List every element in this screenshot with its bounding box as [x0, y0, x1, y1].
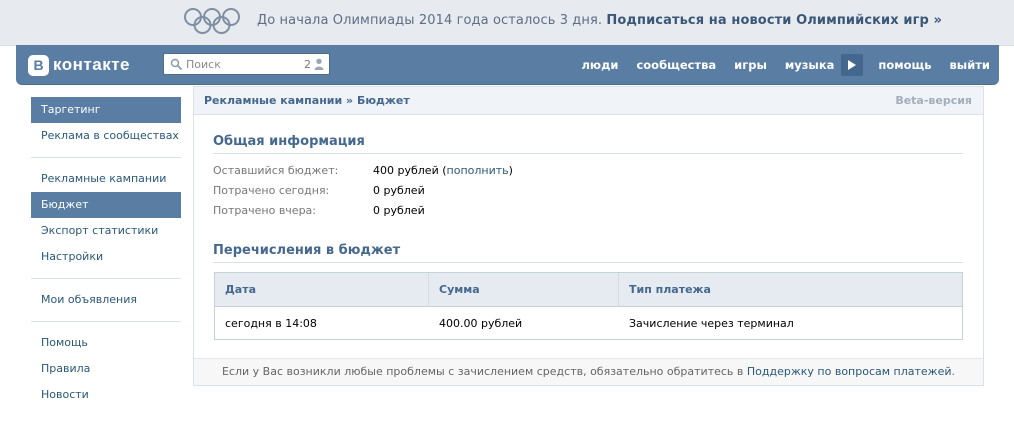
- remaining-budget-close: ): [508, 164, 513, 177]
- section-divider: [213, 262, 963, 263]
- play-icon: [848, 60, 857, 70]
- sidebar-divider: [31, 321, 181, 322]
- vk-logo-icon: В: [28, 54, 49, 76]
- search-input[interactable]: [186, 57, 296, 72]
- banner-countdown: До начала Олимпиады 2014 года осталось 3…: [257, 13, 603, 28]
- vk-logo[interactable]: В контакте: [28, 54, 130, 76]
- sidebar-item-rules[interactable]: Правила: [31, 356, 181, 382]
- table-row: сегодня в 14:08 400.00 рублей Зачисление…: [215, 307, 962, 340]
- top-nav: люди сообщества игры музыка помощь выйти: [573, 45, 1000, 85]
- search-box[interactable]: 2: [163, 53, 330, 75]
- table-header: Дата Сумма Тип платежа: [215, 273, 962, 307]
- spent-yesterday-label: Потрачено вчера:: [213, 204, 316, 217]
- beta-label: Beta-версия: [895, 94, 972, 107]
- payment-support-link[interactable]: Поддержку по вопросам платежей: [747, 365, 952, 378]
- remaining-budget-label: Оставшийся бюджет:: [213, 164, 339, 177]
- banner-text: До начала Олимпиады 2014 года осталось 3…: [257, 13, 942, 28]
- budget-panel: Рекламные кампании » Бюджет Beta-версия …: [193, 86, 984, 386]
- footer-text: Если у Вас возникли любые проблемы с зач…: [221, 365, 747, 378]
- person-icon: [314, 58, 324, 70]
- sidebar-item-campaigns[interactable]: Рекламные кампании: [31, 166, 181, 192]
- transfers-table: Дата Сумма Тип платежа сегодня в 14:08 4…: [214, 272, 963, 340]
- sidebar-item-export-stats[interactable]: Экспорт статистики: [31, 218, 181, 244]
- sidebar-item-targeting[interactable]: Таргетинг: [31, 97, 181, 123]
- panel-footer: Если у Вас возникли любые проблемы с зач…: [194, 358, 983, 385]
- cell-amount: 400.00 рублей: [439, 317, 523, 330]
- sidebar-item-budget[interactable]: Бюджет: [31, 192, 181, 218]
- sidebar: Таргетинг Реклама в сообществах Рекламны…: [31, 97, 181, 408]
- friends-online-count: 2: [304, 58, 311, 71]
- remaining-budget-value: 400 рублей (пополнить): [373, 164, 513, 177]
- nav-people[interactable]: люди: [573, 58, 628, 72]
- spent-yesterday-value: 0 рублей: [373, 204, 425, 217]
- olympic-rings-icon: [184, 8, 240, 34]
- cell-date: сегодня в 14:08: [225, 317, 317, 330]
- column-payment-type[interactable]: Тип платежа: [619, 273, 962, 307]
- nav-games[interactable]: игры: [725, 58, 776, 72]
- transfers-title: Перечисления в бюджет: [213, 243, 401, 258]
- search-icon: [170, 58, 183, 71]
- panel-header: Рекламные кампании » Бюджет Beta-версия: [194, 87, 983, 115]
- top-up-link[interactable]: пополнить: [447, 164, 509, 177]
- nav-music[interactable]: музыка: [776, 58, 844, 72]
- top-header: В контакте 2 люди сообщества игры музыка…: [16, 45, 999, 85]
- sidebar-item-news[interactable]: Новости: [31, 382, 181, 408]
- vk-logo-text: контакте: [53, 55, 131, 74]
- general-info-title: Общая информация: [213, 134, 365, 149]
- column-date[interactable]: Дата: [215, 273, 429, 307]
- nav-communities[interactable]: сообщества: [627, 58, 725, 72]
- sidebar-item-settings[interactable]: Настройки: [31, 244, 181, 270]
- sidebar-item-help[interactable]: Помощь: [31, 330, 181, 356]
- column-amount[interactable]: Сумма: [429, 273, 619, 307]
- banner-subscribe-link[interactable]: Подписаться на новости Олимпийских игр »: [606, 13, 942, 28]
- nav-logout[interactable]: выйти: [941, 58, 999, 72]
- olympic-banner: До начала Олимпиады 2014 года осталось 3…: [0, 0, 1014, 46]
- footer-end: .: [951, 365, 956, 378]
- cell-payment-type: Зачисление через терминал: [629, 317, 794, 330]
- play-button[interactable]: [841, 54, 864, 76]
- sidebar-divider: [31, 278, 181, 279]
- spent-today-value: 0 рублей: [373, 184, 425, 197]
- nav-help[interactable]: помощь: [869, 58, 940, 72]
- sidebar-item-community-ads[interactable]: Реклама в сообществах: [31, 123, 181, 149]
- spent-today-label: Потрачено сегодня:: [213, 184, 330, 197]
- section-divider: [213, 153, 963, 154]
- breadcrumb[interactable]: Рекламные кампании » Бюджет: [204, 94, 410, 107]
- sidebar-item-my-ads[interactable]: Мои объявления: [31, 287, 181, 313]
- remaining-budget-amount: 400 рублей (: [373, 164, 447, 177]
- sidebar-divider: [31, 157, 181, 158]
